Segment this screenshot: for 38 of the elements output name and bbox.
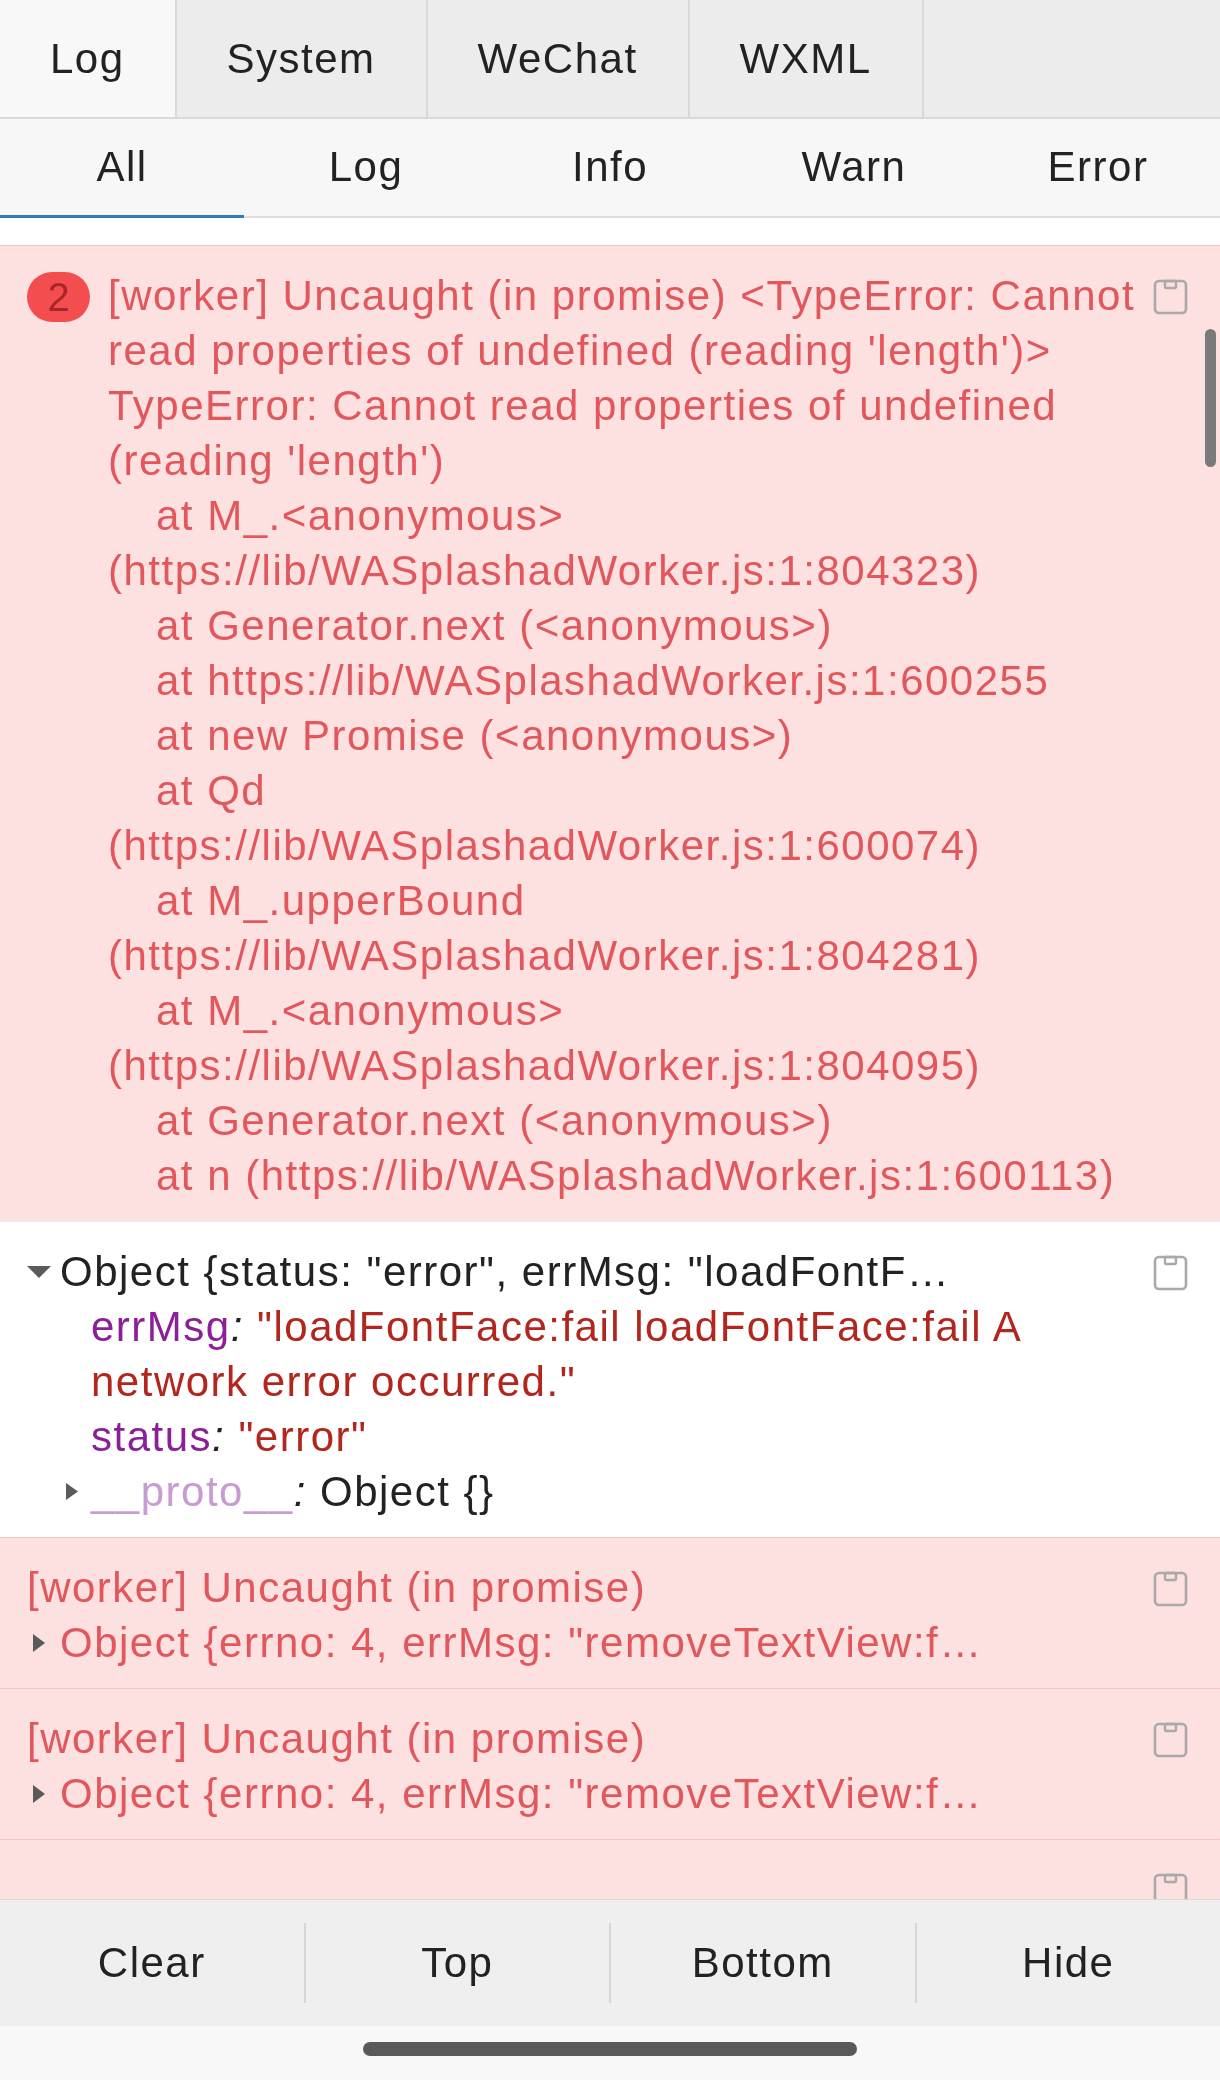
clipboard-icon[interactable]: [1153, 1569, 1188, 1607]
clipboard-icon[interactable]: [1153, 1871, 1188, 1899]
clipboard-icon[interactable]: [1153, 1253, 1188, 1291]
clipboard-icon[interactable]: [1153, 277, 1188, 315]
object-summary: Object {status: "error", errMsg: "loadFontF…: [60, 1247, 951, 1297]
object-property: __proto__: Object {}: [91, 1467, 495, 1517]
toolbar-button[interactable]: Clear: [0, 1900, 304, 2026]
stack-frame: at Generator.next (<anonymous>): [108, 598, 1145, 653]
toolbar-button[interactable]: Top: [305, 1900, 609, 2026]
filter-tab[interactable]: Error: [976, 119, 1220, 218]
error-message: [worker] Uncaught (in promise): [27, 1563, 648, 1613]
error-message: [worker] Uncaught (in promise) <TypeError: Cannot read properties of undefined (reading 'length')>: [108, 271, 1137, 376]
stack-frame: at n (https://lib/WASplashadWorker.js:1:600113): [108, 1148, 1145, 1203]
filter-tab[interactable]: Info: [488, 119, 732, 218]
stack-frame: at M_.<anonymous> (https://lib/WASplashadWorker.js:1:804323): [108, 488, 1145, 598]
error-description: TypeError: Cannot read properties of undefined (reading 'length'): [108, 381, 1059, 486]
panel-tab[interactable]: Log: [0, 0, 177, 117]
stack-frame: at M_.<anonymous> (https://lib/WASplashadWorker.js:1:804095): [108, 983, 1145, 1093]
clipboard-icon[interactable]: [1153, 1720, 1188, 1758]
disclosure-triangle-icon[interactable]: [27, 1265, 51, 1278]
stack-frame: at Qd (https://lib/WASplashadWorker.js:1:600074): [108, 763, 1145, 873]
toolbar-button[interactable]: Bottom: [611, 1900, 915, 2026]
object-summary: Object {errno: 4, errMsg: "removeTextView:f…: [60, 1769, 983, 1819]
repeat-count-badge: 2: [27, 272, 90, 322]
stack-frame: at new Promise (<anonymous>): [108, 708, 1145, 763]
stack-frame: at Generator.next (<anonymous>): [108, 1093, 1145, 1148]
error-message: [worker] Uncaught (in promise): [27, 1714, 648, 1764]
object-property: errMsg: "loadFontFace:fail loadFontFace:fail A network error occurred.": [91, 1302, 1022, 1407]
filter-tab[interactable]: Warn: [732, 119, 976, 218]
object-summary: Object {errno: 4, errMsg: "removeTextView:f…: [60, 1618, 983, 1668]
disclosure-triangle-icon[interactable]: [33, 1633, 45, 1652]
toolbar-button[interactable]: Hide: [916, 1900, 1220, 2026]
disclosure-triangle-icon[interactable]: [33, 1784, 45, 1803]
object-property: status: "error": [91, 1412, 368, 1462]
stack-frame: at M_.upperBound (https://lib/WASplashadWorker.js:1:804281): [108, 873, 1145, 983]
disclosure-triangle-icon[interactable]: [66, 1483, 78, 1500]
stack-frame: at https://lib/WASplashadWorker.js:1:600255: [108, 653, 1145, 708]
filter-tab[interactable]: Log: [244, 119, 488, 218]
